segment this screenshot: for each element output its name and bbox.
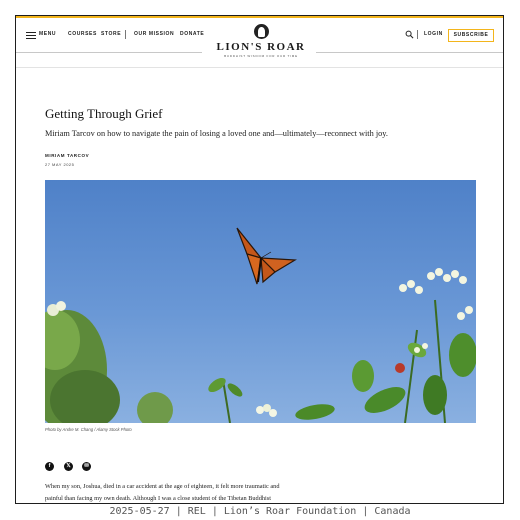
center-plant-graphic bbox=[208, 377, 335, 423]
header-border bbox=[16, 67, 503, 68]
photo-illustration bbox=[45, 227, 476, 423]
article-author[interactable]: MIRIAM TARCOV bbox=[45, 153, 89, 158]
right-plant-graphic bbox=[352, 268, 476, 423]
article-date: 27 MAY 2025 bbox=[45, 162, 75, 167]
header-rule-right-line bbox=[316, 52, 503, 53]
header-divider bbox=[417, 30, 418, 39]
browser-page: MENU COURSES STORE OUR MISSION DONATE LI… bbox=[15, 15, 504, 504]
left-foliage-graphic bbox=[45, 301, 173, 423]
logo-title: LION'S ROAR bbox=[216, 41, 306, 53]
nav-store[interactable]: STORE bbox=[101, 31, 121, 37]
search-icon[interactable] bbox=[405, 30, 414, 39]
email-icon[interactable]: ✉ bbox=[82, 462, 91, 471]
article-title: Getting Through Grief bbox=[45, 106, 163, 121]
nav-donate[interactable]: DONATE bbox=[180, 31, 204, 37]
logo-tagline: BUDDHIST WISDOM FOR OUR TIME bbox=[224, 54, 298, 58]
hamburger-menu-icon[interactable] bbox=[26, 32, 36, 39]
article-subtitle: Miriam Tarcov on how to navigate the pai… bbox=[45, 129, 388, 138]
site-header: MENU COURSES STORE OUR MISSION DONATE LI… bbox=[16, 18, 503, 68]
login-link[interactable]: LOGIN bbox=[424, 31, 443, 37]
lion-logo-icon bbox=[253, 24, 269, 39]
body-line: When my son, Joshua, died in a car accid… bbox=[45, 483, 280, 490]
menu-button[interactable]: MENU bbox=[39, 31, 56, 37]
nav-courses[interactable]: COURSES bbox=[68, 31, 97, 37]
site-logo[interactable]: LION'S ROAR BUDDHIST WISDOM FOR OUR TIME bbox=[212, 24, 310, 58]
article-body: When my son, Joshua, died in a car accid… bbox=[45, 481, 330, 503]
body-line: painful than facing my own death. Althou… bbox=[45, 495, 271, 502]
nav-our-mission[interactable]: OUR MISSION bbox=[134, 31, 174, 37]
monarch-butterfly-graphic bbox=[236, 227, 297, 285]
header-rule-left-line bbox=[16, 52, 202, 53]
x-icon[interactable]: 𝕏 bbox=[64, 462, 73, 471]
screenshot-caption: 2025-05-27 | REL | Lion’s Roar Foundatio… bbox=[109, 506, 411, 517]
facebook-icon[interactable]: f bbox=[45, 462, 54, 471]
hero-photo-butterfly bbox=[45, 180, 476, 423]
subscribe-button[interactable]: SUBSCRIBE bbox=[448, 29, 494, 42]
photo-credit: Photo by Andre M. Chang / Alamy Stock Ph… bbox=[45, 427, 132, 432]
nav-divider bbox=[125, 30, 126, 39]
